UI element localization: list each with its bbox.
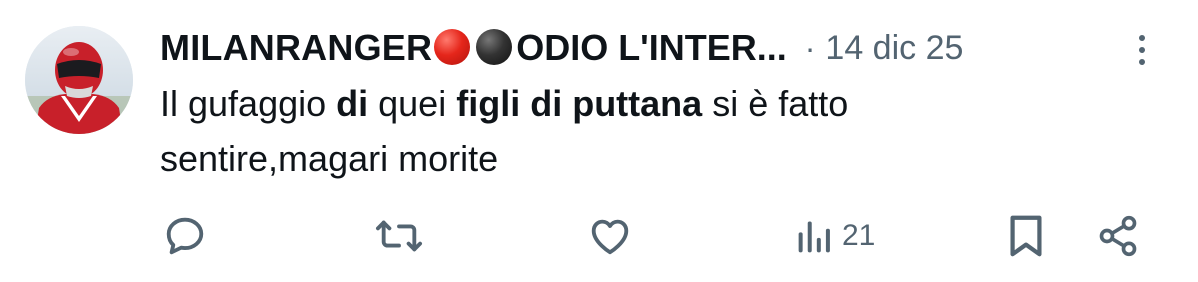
text-part-bold: di [336,83,369,124]
views-count: 21 [842,219,876,252]
reply-button[interactable] [162,208,208,264]
views-icon [796,216,834,256]
share-button[interactable] [1096,208,1140,264]
more-options-icon[interactable] [1132,30,1152,70]
avatar[interactable] [25,26,133,134]
text-part-bold: figli di puttana [456,83,703,124]
action-bar: 21 [0,208,1198,264]
text-part: quei [368,83,457,124]
bookmark-button[interactable] [1006,208,1046,264]
text-part: sentire,magari morite [160,138,499,179]
views-button[interactable]: 21 [796,208,875,264]
tweet-text: Il gufaggio di quei figli di puttana si … [160,76,1160,186]
black-circle-emoji-icon [476,29,513,65]
retweet-button[interactable] [374,208,424,264]
like-button[interactable] [587,208,633,264]
text-part: si è fatto [702,83,849,124]
author-name-suffix[interactable]: ODIO L'INTER... [516,27,787,69]
tweet-header: MILANRANGER ODIO L'INTER... · 14 dic 25 [160,22,963,74]
bookmark-icon [1006,213,1046,259]
retweet-icon [374,213,424,259]
separator-dot: · [804,29,816,66]
share-icon [1096,214,1140,258]
author-name[interactable]: MILANRANGER [160,27,432,69]
reply-icon [162,213,208,259]
tweet[interactable]: MILANRANGER ODIO L'INTER... · 14 dic 25 … [0,0,1198,282]
text-part: Il gufaggio [160,83,337,124]
like-icon [587,213,633,259]
red-circle-emoji-icon [434,29,471,65]
tweet-date[interactable]: 14 dic 25 [825,29,963,68]
